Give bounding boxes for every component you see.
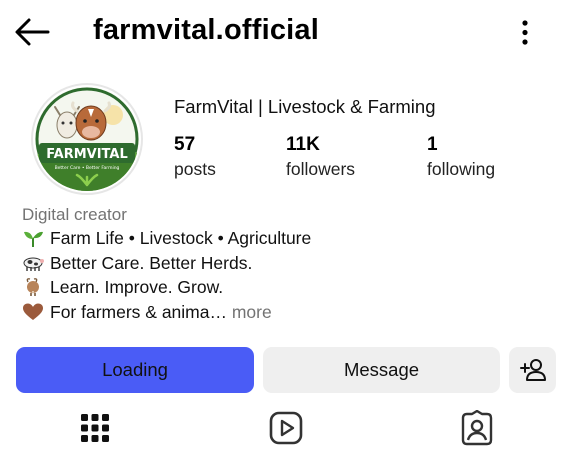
following-count-value: 1 [427, 134, 438, 155]
logo-text: FARMVITAL [46, 147, 128, 162]
farmvital-logo: FARMVITAL Better Care • Better Farming [35, 87, 139, 191]
tab-tagged[interactable] [459, 409, 495, 446]
message-button[interactable]: Message [263, 347, 500, 393]
bio-line-text: For farmers & anima… [50, 301, 227, 322]
posts-count[interactable]: 57 posts [174, 134, 216, 182]
more-vertical-icon [522, 20, 528, 45]
top-bar: farmvital.official [0, 0, 574, 64]
tab-posts-grid[interactable] [77, 410, 113, 446]
bio-line: Learn. Improve. Grow. [22, 275, 562, 300]
seedling-icon [24, 231, 43, 247]
posts-count-value: 57 [174, 134, 196, 155]
profile-bio: Digital creator Farm Life • Livestock • … [22, 203, 562, 324]
followers-count-label: followers [286, 159, 356, 179]
loading-button[interactable]: Loading [16, 347, 254, 393]
goat-icon [26, 278, 39, 296]
bio-line-text: Better Care. Better Herds. [50, 252, 253, 273]
bio-more-link[interactable]: more [232, 302, 272, 322]
grid-icon [81, 414, 109, 442]
profile-avatar[interactable]: FARMVITAL Better Care • Better Farming [31, 83, 143, 195]
profile-tabs [0, 400, 574, 459]
followers-count-value: 11K [286, 134, 320, 155]
profile-category: Digital creator [22, 205, 127, 224]
arrow-left-icon [15, 18, 50, 46]
more-options-button[interactable] [514, 18, 536, 48]
logo-tagline: Better Care • Better Farming [55, 165, 120, 171]
posts-count-label: posts [174, 159, 216, 179]
back-button[interactable] [14, 17, 52, 47]
bio-line-text: Learn. Improve. Grow. [50, 277, 224, 297]
following-count-label: following [427, 159, 496, 179]
bio-line: Better Care. Better Herds. [22, 251, 562, 276]
bio-line: Farm Life • Livestock • Agriculture [22, 226, 562, 251]
bio-line: For farmers & anima… more [22, 300, 562, 325]
tagged-icon [461, 409, 493, 446]
followers-count[interactable]: 11K followers [286, 134, 355, 182]
profile-username: farmvital.official [93, 14, 319, 46]
add-user-button[interactable] [509, 347, 556, 393]
reels-icon [269, 411, 303, 445]
message-button-label: Message [343, 359, 420, 380]
cow-icon [23, 257, 44, 271]
bio-line-text: Farm Life • Livestock • Agriculture [50, 228, 312, 248]
brown-heart-icon [23, 303, 43, 320]
profile-display-name: FarmVital | Livestock & Farming [174, 96, 436, 117]
loading-button-label: Loading [102, 359, 168, 380]
add-user-icon [519, 359, 546, 381]
tab-reels[interactable] [268, 410, 304, 446]
following-count[interactable]: 1 following [427, 134, 495, 182]
